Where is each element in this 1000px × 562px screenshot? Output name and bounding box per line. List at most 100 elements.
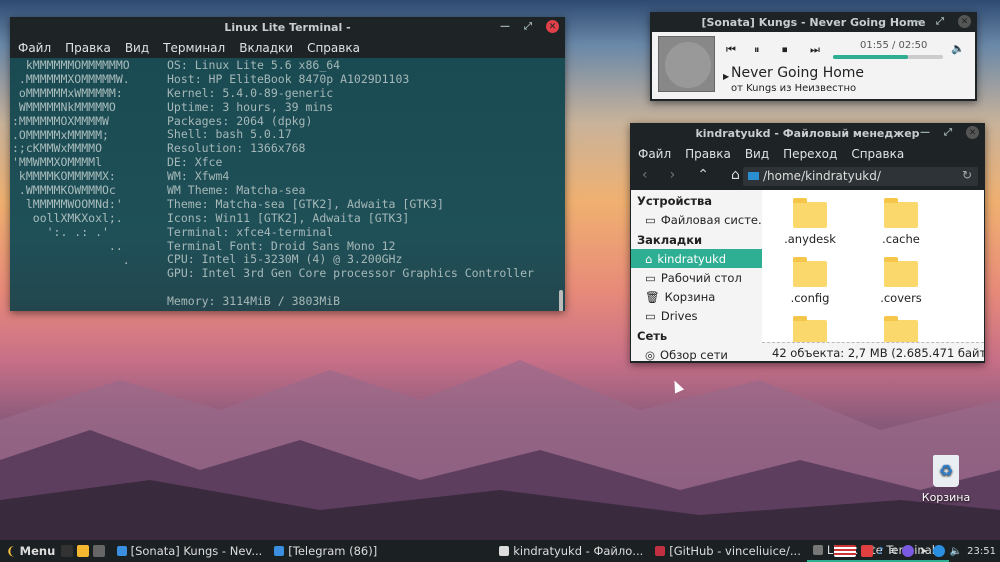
logo-line: :MMMMMMOXMMMMW (12, 113, 109, 128)
folder-icon (793, 198, 827, 228)
previous-icon[interactable]: ⏮ (726, 43, 736, 57)
scrollbar[interactable] (559, 290, 563, 311)
close-icon[interactable]: ✕ (966, 126, 979, 139)
album-art (658, 36, 715, 92)
menu-item[interactable]: Справка (307, 41, 360, 55)
forward-icon[interactable]: › (670, 167, 676, 183)
file-item[interactable]: .covers (861, 257, 941, 305)
status-bar: 42 объекта: 2,7 MB (2.685.471 байт... (762, 342, 984, 361)
time-display: 01:55 / 02:50 (860, 40, 928, 51)
pause-icon[interactable]: ⏸ (754, 43, 760, 57)
menu-item[interactable]: Файл (18, 41, 51, 55)
taskbar-item-label: [Sonata] Kungs - Nev... (130, 544, 263, 558)
taskbar-item[interactable]: [GitHub - vinceliuice/... (649, 540, 807, 562)
file-item[interactable]: .config (770, 257, 850, 305)
logo-line: kMMMMMMOMMMMMMO (12, 58, 130, 72)
maximize-icon[interactable]: ⤢ (936, 16, 944, 27)
logo-line: . (12, 252, 130, 267)
place-icon: ▭ (645, 270, 656, 285)
song-artist: от Kungs из Неизвестно (731, 83, 857, 94)
terminal-output[interactable]: kMMMMMMOMMMMMMO .MMMMMMXOMMMMMW. oMMMMMM… (10, 58, 565, 311)
info-line: OS: Linux Lite 5.6 x86_64 (167, 58, 341, 72)
update-icon[interactable] (932, 545, 945, 557)
telegram-icon[interactable]: ➤ (919, 546, 927, 557)
sidebar-item[interactable]: ▭ Drives (631, 306, 762, 325)
menu-item[interactable]: Справка (851, 147, 904, 161)
window-title: [Sonata] Kungs - Never Going Home (701, 15, 926, 29)
up-icon[interactable]: ⌃ (697, 167, 709, 183)
close-icon[interactable]: ✕ (546, 20, 559, 33)
terminal-titlebar[interactable]: Linux Lite Terminal - — ⤢ ✕ (10, 17, 565, 37)
reload-icon[interactable]: ↻ (962, 168, 972, 182)
sidebar-item[interactable]: ▭ Файловая систе... (631, 210, 762, 229)
menu-item[interactable]: Вид (125, 41, 149, 55)
fm-titlebar[interactable]: kindratyukd - Файловый менеджер — ⤢ ✕ (630, 123, 985, 143)
logo-line: ':. .: .' (12, 224, 109, 239)
sidebar-item[interactable]: ⌂ kindratyukd (631, 249, 762, 268)
menu-item[interactable]: Вид (745, 147, 769, 161)
sidebar-item[interactable]: ▭ Рабочий стол (631, 268, 762, 287)
logo-line: .. (12, 238, 123, 253)
taskbar-item-label: [Telegram (86)] (288, 544, 378, 558)
file-item[interactable]: .anydesk (770, 198, 850, 246)
home-icon[interactable]: ⌂ (731, 167, 740, 183)
music-icon[interactable]: ♪ (878, 546, 884, 557)
sonata-window[interactable]: [Sonata] Kungs - Never Going Home — ⤢ ✕ ⏮ … (650, 12, 977, 101)
show-desktop-icon[interactable] (61, 545, 74, 557)
taskbar-item[interactable]: [Telegram (86)] (268, 540, 383, 562)
file-item[interactable] (770, 316, 850, 342)
minimize-icon[interactable]: — (920, 127, 930, 138)
file-item[interactable] (861, 316, 941, 342)
next-icon[interactable]: ⏭ (810, 43, 820, 57)
maximize-icon[interactable]: ⤢ (944, 127, 952, 138)
place-icon: ▭ (645, 308, 656, 323)
close-icon[interactable]: ✕ (958, 15, 971, 28)
info-line: WM: Xfwm4 (167, 169, 230, 184)
menu-item[interactable]: Файл (638, 147, 671, 161)
expand-arrow-icon[interactable]: ▶ (723, 72, 729, 81)
file-grid[interactable]: .anydesk .cache .config .covers (762, 190, 984, 342)
taskbar-item-label: [GitHub - vinceliuice/... (669, 544, 801, 558)
anydesk-icon[interactable] (860, 545, 873, 557)
maximize-icon[interactable]: ⤢ (524, 21, 532, 32)
back-icon[interactable]: ‹ (642, 167, 648, 183)
window-title: kindratyukd - Файловый менеджер (695, 126, 920, 140)
desktop-trash[interactable]: ♻ Корзина (918, 455, 974, 504)
progress-bar[interactable] (833, 55, 943, 59)
taskbar-item[interactable]: kindratyukd - Файло... (493, 540, 649, 562)
clock[interactable]: 23:51 (967, 546, 996, 557)
us-flag-icon[interactable] (833, 545, 856, 557)
info-line: Packages: 2064 (dpkg) (167, 113, 313, 128)
file-name: .config (790, 291, 830, 305)
menu-button[interactable]: ❨ Menu (0, 540, 61, 562)
address-bar[interactable]: /home/kindratyukd/ ↻ (743, 167, 978, 186)
menu-item[interactable]: Переход (783, 147, 837, 161)
menu-item[interactable]: Правка (65, 41, 111, 55)
terminal-launcher-icon[interactable] (92, 545, 105, 557)
minimize-icon[interactable]: — (912, 16, 922, 27)
system-info: OS: Linux Lite 5.6 x86_64 Host: HP EliteB… (167, 58, 534, 309)
taskbar-item[interactable]: [Sonata] Kungs - Nev... (111, 540, 269, 562)
viber-icon[interactable] (902, 545, 915, 557)
volume-icon[interactable]: 🔈 (951, 42, 965, 55)
wifi-icon[interactable]: ≋ (889, 546, 897, 557)
file-manager-launcher-icon[interactable] (76, 545, 89, 557)
sidebar-heading: Закладки (637, 233, 703, 247)
sidebar-item-label: kindratyukd (657, 251, 727, 266)
volume-icon[interactable]: 🔈 (950, 546, 962, 557)
info-line: Shell: bash 5.0.17 (167, 127, 292, 142)
sonata-titlebar[interactable]: [Sonata] Kungs - Never Going Home — ⤢ ✕ (650, 12, 977, 32)
file-manager-window[interactable]: kindratyukd - Файловый менеджер — ⤢ ✕ Файл… (630, 123, 985, 363)
sidebar-item[interactable]: ◎ Обзор сети (631, 345, 762, 362)
file-item[interactable]: .cache (861, 198, 941, 246)
minimize-icon[interactable]: — (500, 21, 510, 32)
stop-icon[interactable]: ⏹ (782, 43, 788, 57)
menu-item[interactable]: Вкладки (239, 41, 293, 55)
folder-icon (884, 198, 918, 228)
menu-item[interactable]: Правка (685, 147, 731, 161)
place-icon: ⌂ (645, 251, 653, 266)
sidebar-item[interactable]: 🗑 Корзина (631, 287, 762, 306)
path-text: /home/kindratyukd/ (763, 169, 881, 183)
terminal-window[interactable]: Linux Lite Terminal - — ⤢ ✕ Файл Правка Вид Т… (10, 17, 565, 311)
menu-item[interactable]: Терминал (163, 41, 225, 55)
